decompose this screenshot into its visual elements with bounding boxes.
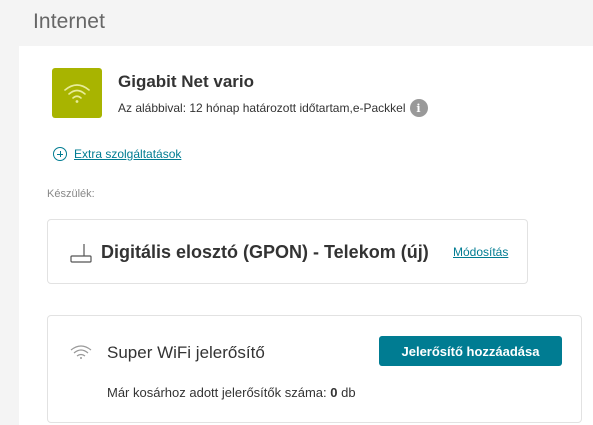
modify-device-link[interactable]: Módosítás	[453, 245, 508, 259]
repeater-count-text: Már kosárhoz adott jelerősítők száma:	[107, 385, 327, 400]
extra-services-link[interactable]: Extra szolgáltatások	[53, 147, 181, 161]
repeater-count-unit: db	[341, 385, 356, 400]
repeater-count-value: 0	[330, 385, 338, 400]
repeater-card: Super WiFi jelerősítő Jelerősítő hozzáad…	[47, 315, 582, 423]
extra-services-label: Extra szolgáltatások	[74, 147, 182, 161]
package-subtitle: Az alábbival: 12 hónap határozott időtar…	[118, 99, 428, 117]
package-subtitle-text: Az alábbival: 12 hónap határozott időtar…	[118, 101, 406, 115]
device-name: Digitális elosztó (GPON) - Telekom (új)	[101, 242, 429, 262]
plus-circle-icon	[53, 147, 67, 161]
info-icon[interactable]: i	[409, 99, 428, 117]
repeater-count-line: Már kosárhoz adott jelerősítők száma: 0 …	[107, 385, 356, 400]
router-icon	[70, 244, 92, 263]
wifi-icon	[70, 345, 92, 359]
device-card: Digitális elosztó (GPON) - Telekom (új) …	[47, 219, 528, 284]
package-wifi-icon	[52, 68, 102, 118]
package-name: Gigabit Net vario	[118, 72, 255, 91]
section-title: Internet	[33, 10, 106, 33]
add-repeater-button[interactable]: Jelerősítő hozzáadása	[379, 336, 562, 366]
device-label: Készülék:	[47, 188, 95, 200]
repeater-title: Super WiFi jelerősítő	[107, 343, 265, 362]
